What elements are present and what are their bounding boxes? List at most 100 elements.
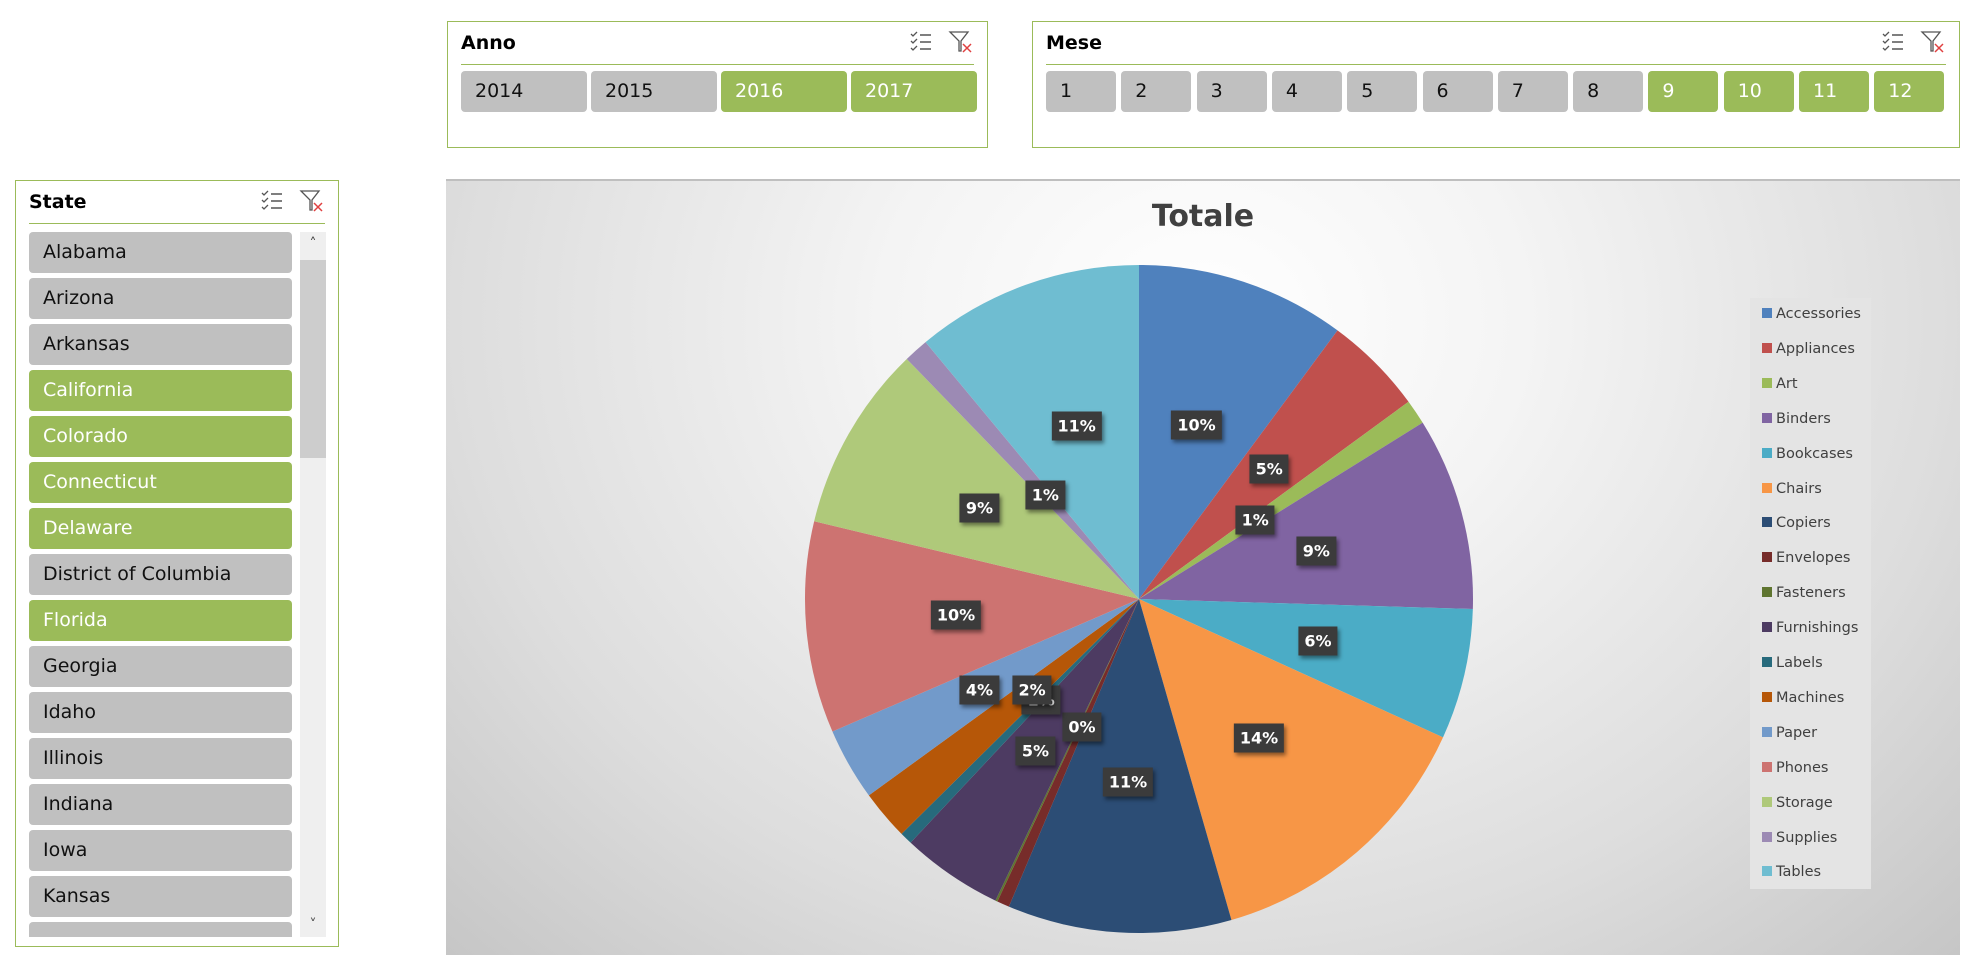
- mese-item-1[interactable]: 1: [1046, 71, 1116, 112]
- multi-select-icon[interactable]: [1880, 29, 1906, 55]
- state-item[interactable]: Illinois: [29, 738, 292, 779]
- legend-swatch: [1762, 726, 1772, 737]
- legend-swatch: [1762, 761, 1772, 772]
- anno-item-2017[interactable]: 2017: [851, 71, 977, 112]
- mese-item-4[interactable]: 4: [1271, 71, 1342, 112]
- state-item[interactable]: Arkansas: [29, 324, 292, 365]
- data-label-phones: 10%: [930, 600, 982, 630]
- state-item[interactable]: Colorado: [29, 416, 292, 457]
- mese-slicer-header: Mese: [1046, 22, 1946, 65]
- legend-item-envelopes: Envelopes: [1762, 548, 1850, 568]
- data-label-tables: 11%: [1051, 411, 1102, 441]
- legend-label: Machines: [1776, 689, 1845, 706]
- state-item[interactable]: Indiana: [29, 784, 292, 825]
- state-item[interactable]: Iowa: [29, 830, 292, 871]
- legend-swatch: [1762, 796, 1772, 807]
- state-item[interactable]: Georgia: [29, 646, 292, 687]
- legend-item-chairs: Chairs: [1762, 479, 1822, 499]
- mese-item-7[interactable]: 7: [1497, 71, 1568, 112]
- legend-item-paper: Paper: [1762, 723, 1817, 743]
- legend-label: Chairs: [1776, 480, 1822, 497]
- clear-filter-icon[interactable]: [299, 188, 325, 214]
- legend-swatch: [1762, 517, 1772, 528]
- anno-item-2015[interactable]: 2015: [591, 71, 717, 112]
- clear-filter-icon[interactable]: [948, 29, 974, 55]
- multi-select-icon[interactable]: [259, 188, 285, 214]
- legend-swatch: [1762, 447, 1772, 458]
- state-slicer: State Alabama Arizona Arkansas California Co…: [15, 180, 339, 947]
- data-label-binders: 9%: [1296, 536, 1336, 566]
- anno-slicer-title: Anno: [461, 32, 516, 54]
- legend-item-supplies: Supplies: [1762, 828, 1837, 848]
- legend-swatch: [1762, 657, 1772, 667]
- legend-item-machines: Machines: [1762, 688, 1844, 708]
- legend-swatch: [1762, 412, 1772, 423]
- legend-label: Binders: [1776, 410, 1831, 427]
- state-item[interactable]: Connecticut: [29, 462, 292, 503]
- state-item[interactable]: Alabama: [29, 232, 292, 273]
- legend-swatch: [1762, 691, 1772, 702]
- legend-swatch: [1762, 866, 1772, 877]
- state-item[interactable]: [29, 922, 292, 937]
- data-label-art: 1%: [1235, 505, 1275, 535]
- state-item[interactable]: Florida: [29, 600, 292, 641]
- mese-item-12[interactable]: 12: [1874, 71, 1945, 112]
- scroll-up-icon[interactable]: ˄: [300, 232, 326, 256]
- state-list: Alabama Arizona Arkansas California Colorado…: [29, 232, 292, 937]
- chart-legend: Accessories Appliances Art Binders Bookcases…: [1750, 298, 1871, 889]
- mese-item-6[interactable]: 6: [1422, 71, 1493, 112]
- mese-item-8[interactable]: 8: [1573, 71, 1644, 112]
- mese-item-2[interactable]: 2: [1121, 71, 1192, 112]
- legend-swatch: [1762, 482, 1772, 493]
- anno-slicer: Anno 2014 2015 2016 2017: [447, 21, 988, 148]
- mese-item-9[interactable]: 9: [1648, 71, 1719, 112]
- anno-item-2014[interactable]: 2014: [461, 71, 587, 112]
- legend-item-accessories: Accessories: [1762, 304, 1861, 324]
- state-slicer-title: State: [29, 191, 87, 213]
- state-item[interactable]: Idaho: [29, 692, 292, 733]
- mese-slicer: Mese 1 2 3 4 5 6 7 8 9 10 11 12: [1032, 21, 1960, 148]
- legend-swatch: [1762, 377, 1772, 388]
- state-item[interactable]: Delaware: [29, 508, 292, 549]
- pie-chart: Totale 10%5%1%9%6%14%11%0%0%5%1%2%4%10%9…: [446, 179, 1960, 955]
- clear-filter-icon[interactable]: [1920, 29, 1946, 55]
- state-item[interactable]: District of Columbia: [29, 554, 292, 595]
- state-item[interactable]: Arizona: [29, 278, 292, 319]
- legend-item-phones: Phones: [1762, 758, 1828, 778]
- legend-item-bookcases: Bookcases: [1762, 444, 1853, 464]
- state-scrollbar[interactable]: ˄ ˅: [300, 232, 326, 937]
- mese-item-10[interactable]: 10: [1723, 71, 1794, 112]
- data-label-accessories: 10%: [1171, 410, 1222, 440]
- data-label-bookcases: 6%: [1298, 626, 1338, 656]
- anno-item-2016[interactable]: 2016: [721, 71, 847, 112]
- legend-label: Appliances: [1776, 340, 1855, 357]
- data-label-copiers: 11%: [1102, 767, 1154, 797]
- legend-swatch: [1762, 622, 1772, 633]
- data-label-chairs: 14%: [1233, 723, 1285, 753]
- legend-item-copiers: Copiers: [1762, 513, 1831, 533]
- mese-item-11[interactable]: 11: [1799, 71, 1869, 112]
- state-item[interactable]: California: [29, 370, 292, 411]
- legend-label: Furnishings: [1776, 620, 1859, 637]
- data-label-supplies: 1%: [1025, 480, 1065, 510]
- legend-label: Accessories: [1776, 306, 1861, 322]
- legend-swatch: [1762, 552, 1772, 563]
- data-label-storage: 9%: [959, 493, 1000, 523]
- anno-slicer-header: Anno: [461, 22, 974, 65]
- data-label-machines: 2%: [1012, 675, 1052, 705]
- data-label-envelopes: 0%: [1062, 712, 1102, 742]
- legend-item-furnishings: Furnishings: [1762, 618, 1858, 638]
- legend-label: Supplies: [1776, 829, 1838, 846]
- legend-label: Fasteners: [1776, 585, 1846, 602]
- mese-item-3[interactable]: 3: [1196, 71, 1267, 112]
- legend-label: Copiers: [1776, 515, 1831, 532]
- mese-item-5[interactable]: 5: [1347, 71, 1418, 112]
- legend-item-storage: Storage: [1762, 793, 1833, 813]
- data-label-paper: 4%: [959, 675, 1000, 705]
- scroll-thumb[interactable]: [300, 260, 326, 458]
- multi-select-icon[interactable]: [908, 29, 934, 55]
- legend-label: Paper: [1776, 724, 1818, 741]
- scroll-down-icon[interactable]: ˅: [300, 913, 326, 937]
- state-item[interactable]: Kansas: [29, 876, 292, 917]
- legend-item-labels: Labels: [1762, 653, 1823, 673]
